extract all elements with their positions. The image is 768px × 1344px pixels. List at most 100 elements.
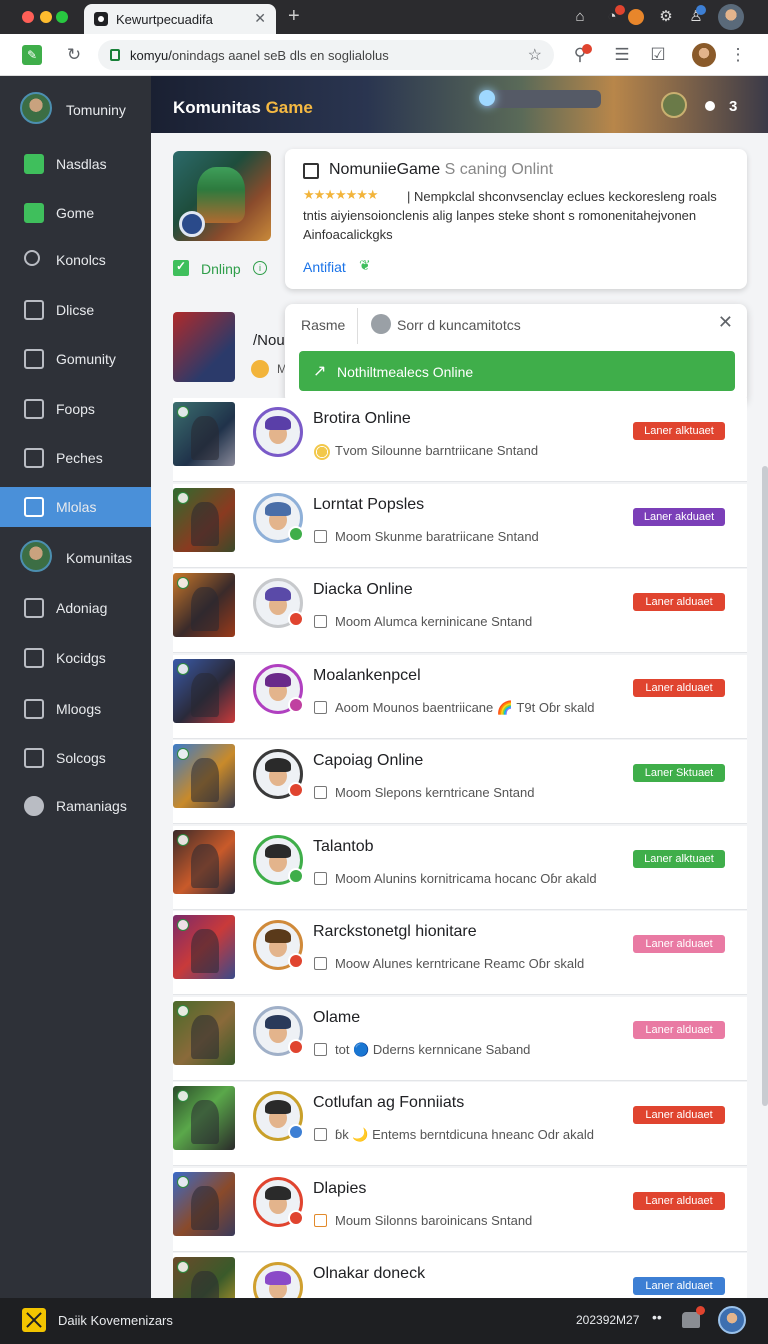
member-name[interactable]: Capoiag Online (313, 752, 423, 770)
sidebar-item[interactable]: Dlicse (0, 290, 151, 330)
sidebar-item[interactable]: Solcogs (0, 738, 151, 778)
list-item[interactable]: Moalankenpcel Aoom Mounos baentriicane 🌈 … (173, 654, 747, 739)
member-name[interactable]: Lorntat Popsles (313, 496, 424, 514)
member-name[interactable]: Cotlufan ag Fonniiats (313, 1094, 464, 1112)
new-tab-button[interactable]: + (288, 5, 300, 28)
scrollbar[interactable] (762, 466, 768, 1106)
list-item[interactable]: Lorntat Popsles Moom Skunme baratriicane … (173, 483, 747, 568)
sidebar-item[interactable]: Nasdlas (0, 144, 151, 184)
more-menu-icon[interactable]: ⋮ (728, 45, 748, 65)
list-item[interactable]: Brotira Online Tvom Silounne barntriicane… (173, 398, 747, 482)
list-item[interactable]: Talantob Moom Alunins kornitricama hocanc… (173, 825, 747, 910)
sidebar-item[interactable]: Foops (0, 389, 151, 429)
select-checkbox[interactable] (314, 786, 327, 799)
list-item[interactable]: Olame tot 🔵 Dderns kernnicane Saband Laner… (173, 996, 747, 1081)
partial-list-item[interactable]: /Nou M (173, 312, 287, 382)
home-icon[interactable]: ⌂ (570, 7, 590, 27)
sidebar-item[interactable]: Mloogs (0, 689, 151, 729)
sidebar-item[interactable]: Gomunity (0, 339, 151, 379)
sidebar-item[interactable]: Peches (0, 438, 151, 478)
avatar[interactable] (253, 663, 304, 714)
member-name[interactable]: Rarckstonetgl hionitare (313, 923, 477, 941)
avatar[interactable] (253, 1176, 304, 1227)
sidebar-item[interactable]: Tomuniny (0, 90, 151, 130)
info-icon[interactable]: i (253, 261, 267, 275)
app-icon[interactable]: ✎ (22, 45, 42, 65)
url-field[interactable]: komyu/onindags aanel seB dls en soglialo… (98, 40, 554, 70)
puzzle-icon[interactable]: ⚙ (656, 7, 676, 27)
close-icon[interactable]: ✕ (718, 312, 733, 333)
status-badge[interactable]: Laner alduaet (633, 593, 725, 611)
select-checkbox[interactable] (314, 1213, 327, 1227)
select-checkbox[interactable] (314, 529, 327, 543)
status-badge[interactable]: Laner alduaet (633, 1106, 725, 1124)
select-checkbox[interactable] (314, 700, 327, 714)
avatar[interactable] (253, 407, 303, 457)
list-item[interactable]: Cotlufan ag Fonniiats ɓk 🌙 Entems berntdi… (173, 1082, 747, 1166)
status-badge[interactable]: Laner alduaet (633, 1277, 725, 1295)
sidebar-item[interactable]: Gome (0, 193, 151, 233)
edit-page-icon[interactable]: ☑ (648, 45, 668, 65)
status-badge[interactable]: Laner alduaet (633, 1020, 725, 1039)
app-logo-icon[interactable] (22, 1308, 46, 1332)
profile-avatar[interactable] (718, 4, 744, 30)
avatar[interactable] (253, 1005, 304, 1056)
close-window-button[interactable] (22, 11, 34, 23)
select-checkbox[interactable] (314, 871, 327, 885)
browser-tab[interactable]: Kewurtpecuadifa ✕ (84, 4, 276, 34)
online-checkbox[interactable] (173, 259, 189, 276)
url-text: komyu/onindags aanel seB dls en soglialo… (130, 48, 389, 63)
select-checkbox[interactable] (314, 1042, 327, 1056)
maximize-window-button[interactable] (56, 11, 68, 23)
extension-icon[interactable] (628, 9, 644, 25)
select-checkbox[interactable] (314, 1128, 327, 1141)
avatar[interactable] (253, 1262, 303, 1298)
sidebar-item[interactable]: Kocidgs (0, 638, 151, 678)
status-badge[interactable]: Laner Sktuaet (633, 764, 725, 782)
sidebar-item[interactable]: Mlolas (0, 487, 151, 527)
status-badge[interactable]: Laner alduaet (633, 678, 725, 697)
member-name[interactable]: Brotira Online (313, 410, 411, 428)
list-item[interactable]: Capoiag Online Moom Slepons kerntricane S… (173, 740, 747, 824)
sidebar-item[interactable]: Komunitas (0, 538, 151, 578)
status-badge[interactable]: Laner alktuaet (633, 422, 725, 440)
user-avatar[interactable] (718, 1306, 746, 1334)
sidebar-item[interactable]: Adoniag (0, 588, 151, 628)
game-link[interactable]: Antifiat (303, 259, 346, 275)
list-item[interactable]: Rarckstonetgl hionitare Moow Alunes kernt… (173, 911, 747, 995)
avatar[interactable] (253, 834, 304, 885)
avatar[interactable] (253, 749, 304, 799)
list-item[interactable]: Olnakar doneck Laner alduaet (173, 1253, 747, 1298)
account-avatar[interactable] (692, 43, 716, 67)
status-badge[interactable]: Laner akduaet (633, 507, 725, 526)
avatar[interactable] (253, 920, 304, 970)
member-name[interactable]: Moalankenpcel (313, 667, 421, 685)
avatar[interactable] (253, 1091, 304, 1141)
featured-game-art[interactable] (173, 151, 271, 241)
status-badge[interactable]: Laner alduaet (633, 935, 725, 953)
select-checkbox[interactable] (314, 957, 327, 970)
bookmark-star-icon[interactable]: ☆ (528, 45, 542, 65)
minimize-window-button[interactable] (40, 11, 52, 23)
select-checkbox[interactable] (314, 615, 327, 628)
list-item[interactable]: Dlapies Moum Silonns baroinicans Sntand La… (173, 1167, 747, 1252)
bell-icon[interactable] (682, 1306, 705, 1328)
tab-close-icon[interactable]: ✕ (254, 10, 266, 27)
list-item[interactable]: Diacka Online Moom Alumca kerninicane Snt… (173, 569, 747, 653)
status-badge[interactable]: Laner alduaet (633, 1191, 725, 1210)
search-input[interactable]: Sorr d kuncamitotcs (397, 317, 521, 333)
avatar[interactable] (253, 492, 304, 543)
sidebar-item[interactable]: Konolcs (0, 240, 151, 280)
reload-icon[interactable]: ↻ (64, 45, 84, 65)
member-name[interactable]: Olame (313, 1009, 360, 1027)
status-badge[interactable]: Laner alktuaet (633, 849, 725, 868)
member-name[interactable]: Diacka Online (313, 581, 413, 599)
member-name[interactable]: Olnakar doneck (313, 1265, 425, 1283)
member-name[interactable]: Dlapies (313, 1180, 366, 1198)
avatar[interactable] (253, 578, 304, 628)
menu-list-icon[interactable]: ☰ (612, 45, 632, 65)
member-name[interactable]: Talantob (313, 838, 374, 856)
online-filter-button[interactable]: ↗ Nothiltmealecs Online (299, 351, 735, 391)
banner-avatar[interactable] (661, 92, 687, 118)
sidebar-item[interactable]: Ramaniags (0, 786, 151, 826)
